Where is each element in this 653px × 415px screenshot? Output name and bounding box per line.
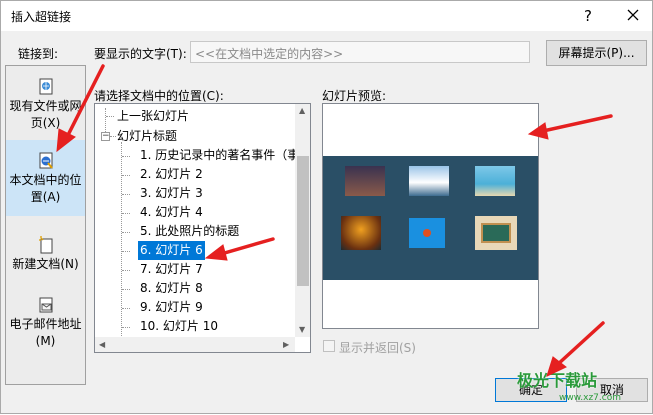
display-text-label: 要显示的文字(T): <box>94 47 187 61</box>
sidebar-item-place-in-document[interactable]: 本文档中的位置(A) <box>6 140 85 216</box>
photo-thumbnail <box>341 216 381 250</box>
sidebar-item-label: 电子邮件地址(M) <box>9 317 82 348</box>
show-and-return-label: 显示并返回(S) <box>339 341 416 355</box>
title-bar: 插入超链接 ? <box>1 1 652 31</box>
watermark-url: www.xz7.com <box>559 393 621 403</box>
sidebar-item-label: 现有文件或网页(X) <box>9 99 82 130</box>
slide-preview <box>322 103 539 329</box>
scroll-right-icon[interactable]: ▶ <box>283 340 289 349</box>
tree-item[interactable]: 5. 此处照片的标题 <box>140 222 239 241</box>
new-document-icon <box>38 236 52 254</box>
photo-thumbnail <box>475 166 515 196</box>
preview-label: 幻灯片预览: <box>322 89 387 103</box>
link-to-sidebar: 现有文件或网页(X) 本文档中的位置(A) 新建文档(N) 电子邮件地址(M) <box>5 65 86 385</box>
help-button[interactable]: ? <box>575 4 601 28</box>
tree-item[interactable]: 9. 幻灯片 9 <box>140 298 203 317</box>
screentip-button[interactable]: 屏幕提示(P)... <box>546 40 647 66</box>
close-icon <box>627 9 639 21</box>
tree-item[interactable]: 1. 历史记录中的著名事件（事 <box>140 146 299 165</box>
tree-item[interactable]: 幻灯片标题 <box>117 127 177 146</box>
annotation-arrow <box>541 114 613 133</box>
scroll-down-icon[interactable]: ▼ <box>299 325 305 334</box>
tree-item[interactable]: 4. 幻灯片 4 <box>140 203 203 222</box>
tree-item[interactable]: 8. 幻灯片 8 <box>140 279 203 298</box>
scroll-thumb[interactable] <box>297 156 309 286</box>
horizontal-scrollbar[interactable]: ◀ ▶ <box>95 337 295 352</box>
tree-item-selected[interactable]: 6. 幻灯片 6 <box>138 241 205 260</box>
email-icon <box>39 297 52 313</box>
collapse-icon[interactable]: − <box>101 132 110 141</box>
place-label: 请选择文档中的位置(C): <box>94 89 224 103</box>
sidebar-item-email[interactable]: 电子邮件地址(M) <box>6 296 85 354</box>
sidebar-item-new-document[interactable]: 新建文档(N) <box>6 236 85 286</box>
tree-item[interactable]: 2. 幻灯片 2 <box>140 165 203 184</box>
place-in-document-icon <box>39 152 53 169</box>
document-place-tree[interactable]: − 上一张幻灯片 幻灯片标题 1. 历史记录中的著名事件（事 2. 幻灯片 2 … <box>94 103 311 353</box>
scroll-up-icon[interactable]: ▲ <box>299 106 305 115</box>
link-to-label: 链接到: <box>18 47 59 61</box>
photo-thumbnail <box>409 166 449 196</box>
photo-thumbnail <box>475 216 517 250</box>
close-button[interactable] <box>615 3 651 29</box>
existing-file-icon <box>39 78 52 95</box>
sidebar-item-label: 本文档中的位置(A) <box>9 173 82 204</box>
watermark: 极光下载站 <box>517 371 598 390</box>
dialog-title: 插入超链接 <box>11 10 72 24</box>
insert-hyperlink-dialog: 插入超链接 ? 链接到: 要显示的文字(T): <<在文档中选定的内容>> 屏幕… <box>0 0 653 414</box>
tree-item[interactable]: 3. 幻灯片 3 <box>140 184 203 203</box>
tree-item[interactable]: 上一张幻灯片 <box>117 107 189 126</box>
sidebar-item-label: 新建文档(N) <box>12 257 79 271</box>
show-and-return-checkbox[interactable] <box>323 340 335 352</box>
slide-thumbnail <box>323 156 538 280</box>
display-text-input[interactable]: <<在文档中选定的内容>> <box>190 41 530 63</box>
sidebar-item-existing-file[interactable]: 现有文件或网页(X) <box>6 78 85 136</box>
vertical-scrollbar[interactable]: ▲ ▼ <box>295 104 310 337</box>
photo-thumbnail <box>409 218 445 248</box>
annotation-arrow <box>555 321 605 367</box>
tree-item[interactable]: 7. 幻灯片 7 <box>140 260 203 279</box>
tree-item[interactable]: 10. 幻灯片 10 <box>140 317 218 336</box>
photo-thumbnail <box>345 166 385 196</box>
scroll-left-icon[interactable]: ◀ <box>99 340 105 349</box>
